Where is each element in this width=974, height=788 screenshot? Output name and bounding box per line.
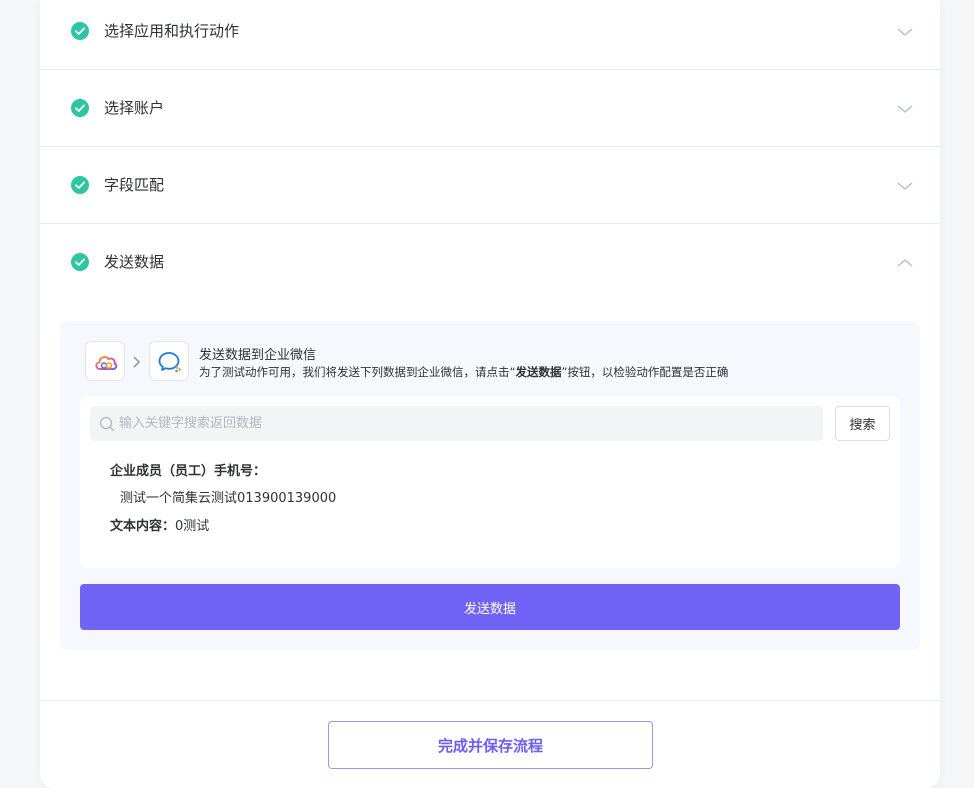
step-title: 字段匹配 — [104, 176, 165, 194]
source-app-icon — [85, 341, 125, 381]
step-send-data[interactable]: 发送数据 — [40, 224, 940, 301]
step-title: 发送数据 — [104, 253, 165, 271]
step-field-mapping[interactable]: 字段匹配 — [40, 147, 940, 224]
chevron-down-icon[interactable] — [896, 177, 914, 195]
wecom-logo-icon — [158, 352, 181, 373]
chevron-down-icon[interactable] — [896, 23, 914, 41]
field-value-content: 0测试 — [175, 519, 210, 534]
check-circle-icon — [71, 176, 89, 194]
field-label-text: 文本内容： — [110, 519, 176, 534]
field-value-phone: 测试一个简集云测试013900139000 — [120, 491, 337, 506]
field-label-content: 文本内容：0测试 — [110, 515, 209, 534]
search-bar — [90, 406, 823, 441]
chevron-up-icon[interactable] — [896, 254, 914, 272]
footer-divider — [40, 700, 940, 701]
wecom-app-icon — [149, 341, 189, 381]
check-circle-icon — [71, 22, 89, 40]
flow-config-card: 选择应用和执行动作 选择账户 字段匹配 发送数据 发送数据到企业微信 为了测试动… — [40, 0, 940, 788]
save-flow-button[interactable]: 完成并保存流程 — [328, 721, 653, 769]
step-title: 选择账户 — [104, 99, 165, 117]
cloud-logo-icon — [95, 355, 118, 370]
check-circle-icon — [71, 99, 89, 117]
field-label-phone: 企业成员（员工）手机号： — [110, 464, 267, 479]
search-icon — [99, 416, 115, 432]
desc-bold: 发送数据 — [515, 365, 562, 379]
check-circle-icon — [71, 253, 89, 271]
search-input[interactable] — [119, 406, 809, 441]
search-button[interactable]: 搜索 — [835, 406, 890, 441]
desc-prefix: 为了测试动作可用，我们将发送下列数据到企业微信，请点击“ — [199, 365, 516, 379]
step-select-app-action[interactable]: 选择应用和执行动作 — [40, 0, 940, 70]
chevron-right-icon — [132, 354, 142, 368]
step-select-account[interactable]: 选择账户 — [40, 70, 940, 147]
send-data-panel: 发送数据到企业微信 为了测试动作可用，我们将发送下列数据到企业微信，请点击“发送… — [60, 321, 920, 650]
desc-suffix: ”按钮，以检验动作配置是否正确 — [561, 365, 729, 379]
chevron-down-icon[interactable] — [896, 100, 914, 118]
data-preview-box: 搜索 企业成员（员工）手机号： 测试一个简集云测试013900139000 文本… — [80, 396, 900, 568]
send-data-button[interactable]: 发送数据 — [80, 584, 900, 630]
step-title: 选择应用和执行动作 — [104, 22, 240, 40]
panel-title: 发送数据到企业微信 — [199, 348, 317, 363]
panel-description: 为了测试动作可用，我们将发送下列数据到企业微信，请点击“发送数据”按钮，以检验动… — [199, 364, 728, 380]
